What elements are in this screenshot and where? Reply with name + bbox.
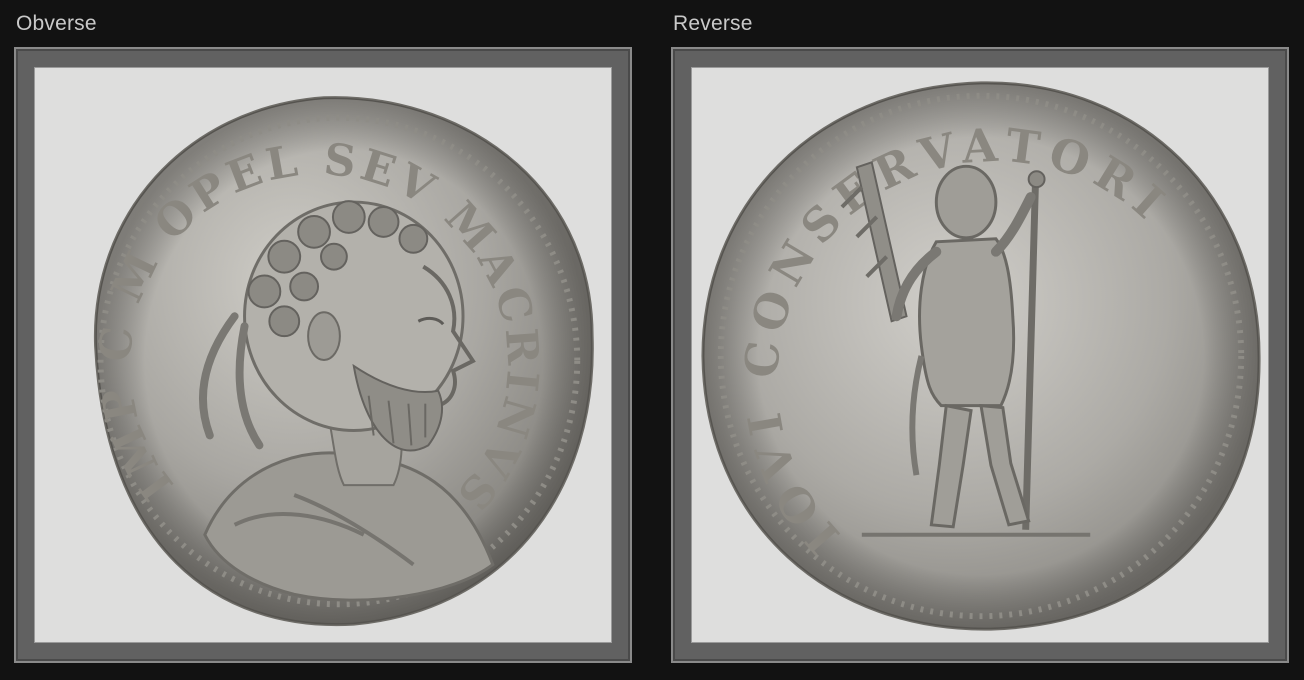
obverse-label: Obverse (16, 12, 97, 35)
reverse-label: Reverse (673, 12, 753, 35)
reverse-frame: IOVI CONSERVATORI (671, 47, 1289, 663)
reverse-mat: IOVI CONSERVATORI (691, 67, 1269, 643)
reverse-coin-image: IOVI CONSERVATORI (701, 81, 1261, 631)
obverse-frame: IMP C M OPEL SEV MACRINVS AVG (14, 47, 632, 663)
obverse-mat: IMP C M OPEL SEV MACRINVS AVG (34, 67, 612, 643)
obverse-coin-image: IMP C M OPEL SEV MACRINVS AVG (35, 68, 594, 627)
